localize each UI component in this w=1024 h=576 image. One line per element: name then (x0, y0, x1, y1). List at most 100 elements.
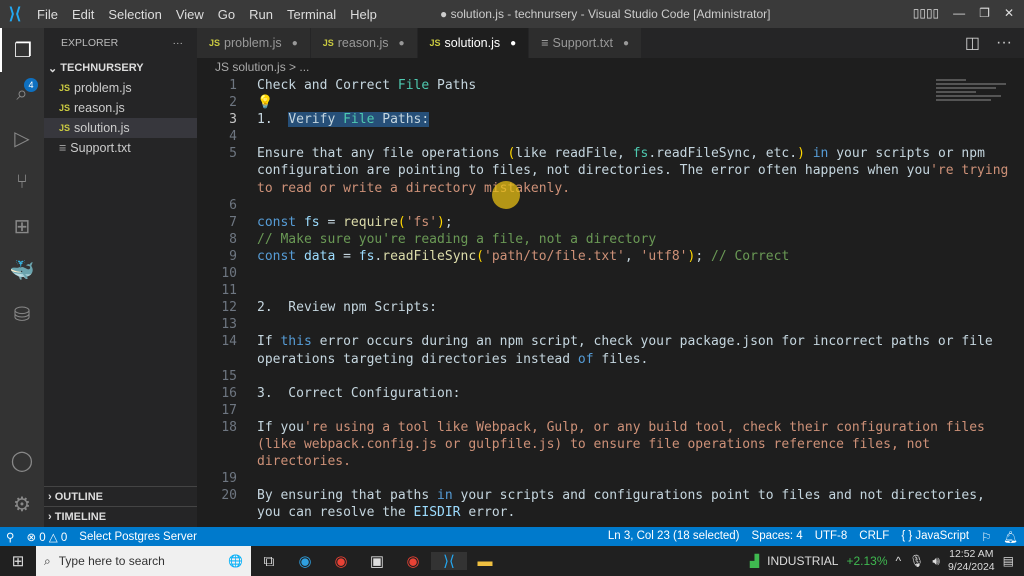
menu-file[interactable]: File (37, 7, 58, 22)
layout-toggle-icon[interactable]: ▯▯▯▯ (913, 6, 939, 20)
code-token: 're trying (930, 163, 1009, 179)
more-actions-icon[interactable]: ··· (996, 34, 1012, 52)
breadcrumb[interactable]: JS solution.js > ... (215, 60, 309, 74)
vscode-taskbar-icon[interactable]: ⟩⟨ (431, 552, 467, 570)
indentation[interactable]: Spaces: 4 (752, 530, 803, 544)
menu-go[interactable]: Go (218, 7, 235, 22)
tab-support-txt[interactable]: ≡ Support.txt ● (529, 28, 642, 58)
unsaved-dot-icon[interactable]: ● (292, 38, 298, 49)
changes-badge: 4 (24, 78, 38, 92)
edge-icon[interactable]: ◉ (287, 552, 323, 570)
code-token: files. (593, 351, 649, 367)
stock-name[interactable]: INDUSTRIAL (767, 554, 838, 568)
timeline-section[interactable]: › TIMELINE (44, 506, 197, 526)
line-endings[interactable]: CRLF (859, 530, 889, 544)
files-icon[interactable]: ❐ (0, 28, 44, 72)
file-explorer-icon[interactable]: ▬ (467, 553, 503, 570)
remote-icon[interactable]: ⚲ (6, 530, 14, 544)
cursor-position[interactable]: Ln 3, Col 23 (18 selected) (608, 530, 740, 544)
text-file-icon: ≡ (541, 36, 549, 50)
taskbar-search[interactable]: ⌕ Type here to search 🌐 (36, 546, 251, 576)
code-line: 9 const data = fs.readFileSync('path/to/f… (197, 248, 937, 265)
lightbulb-icon[interactable]: 💡 (257, 95, 273, 110)
tab-solution-js[interactable]: JS solution.js ● (417, 28, 530, 58)
line-number: 2 (229, 95, 237, 111)
line-number: 18 (221, 419, 237, 435)
line-number: 13 (221, 317, 237, 333)
unsaved-dot-icon[interactable]: ● (398, 38, 404, 49)
file-support-txt[interactable]: ≡ Support.txt (44, 138, 197, 158)
database-icon[interactable]: ⛁ (0, 292, 44, 336)
chrome-icon[interactable]: ◉ (323, 552, 359, 570)
app-icon[interactable]: ▣ (359, 552, 395, 570)
code-token: If you (257, 419, 304, 435)
code-editor[interactable]: 1 Check and Correct File Paths 2 💡 3 1. Verif… (197, 77, 1008, 521)
menu-run[interactable]: Run (249, 7, 273, 22)
js-file-icon: JS (429, 38, 441, 48)
outline-section[interactable]: › OUTLINE (44, 486, 197, 506)
menu-terminal[interactable]: Terminal (287, 7, 336, 22)
search-highlight-icon: 🌐 (228, 554, 243, 568)
search-icon[interactable]: ⌕ (0, 72, 44, 116)
docker-icon[interactable]: 🐳 (0, 248, 44, 292)
language-mode[interactable]: { } JavaScript (901, 530, 969, 544)
run-debug-icon[interactable]: ▷ (0, 116, 44, 160)
windows-start-icon[interactable]: ⊞ (0, 552, 36, 570)
unsaved-dot-icon[interactable]: ● (623, 38, 629, 49)
code-line: operations targeting directories instead… (197, 351, 937, 368)
file-problem-js[interactable]: JS problem.js (44, 78, 197, 98)
file-reason-js[interactable]: JS reason.js (44, 98, 197, 118)
gear-icon[interactable]: ⚙ (0, 482, 44, 526)
code-token: ; (695, 248, 711, 264)
encoding[interactable]: UTF-8 (815, 530, 848, 544)
unsaved-dot-icon[interactable]: ● (510, 38, 516, 49)
code-line: 10 (197, 265, 937, 282)
chrome-profile-icon[interactable]: ◉ (395, 552, 431, 570)
code-token: Paths: (374, 112, 430, 128)
more-actions-button[interactable]: ··· (173, 37, 184, 49)
code-line: (like webpack.config.js or gulpfile.js) … (197, 436, 937, 453)
code-line: 5 Ensure that any file operations (like r… (197, 145, 985, 162)
line-content: 3. Correct Configuration: (257, 385, 461, 402)
code-token: Ensure that any file operations (257, 146, 508, 162)
code-token: fs (358, 248, 375, 264)
feedback-icon[interactable]: ⚐ (981, 530, 991, 544)
code-token: 2. Review npm Scripts: (257, 300, 438, 316)
tab-problem-js[interactable]: JS problem.js ● (197, 28, 311, 58)
minimap[interactable] (936, 77, 1011, 127)
close-button[interactable]: ✕ (1004, 6, 1014, 20)
clock[interactable]: 12:52 AM 9/24/2024 (948, 548, 995, 574)
source-control-icon[interactable]: ⑂ (0, 160, 44, 204)
tab-reason-js[interactable]: JS reason.js ● (310, 28, 418, 58)
task-view-icon[interactable]: ⧉ (251, 553, 287, 570)
chevron-up-icon[interactable]: ^ (896, 554, 902, 568)
file-name: solution.js (74, 121, 130, 135)
stock-change: +2.13% (846, 554, 888, 568)
problems-indicator[interactable]: ⊗ 0 △ 0 (26, 530, 67, 544)
minimize-button[interactable]: — (953, 6, 965, 20)
code-token: error. (460, 505, 516, 521)
split-editor-icon[interactable]: ◫ (965, 33, 980, 53)
menu-help[interactable]: Help (350, 7, 377, 22)
postgres-server-button[interactable]: Select Postgres Server (79, 531, 197, 543)
bell-icon[interactable]: 🔔︎ (1003, 530, 1018, 544)
account-icon[interactable]: ◯ (0, 438, 44, 482)
code-line: 4 (197, 128, 937, 145)
extensions-icon[interactable]: ⊞ (0, 204, 44, 248)
code-token: 'path/to/file.txt' (484, 248, 625, 264)
folder-technursery[interactable]: ⌄ TECHNURSERY (44, 58, 197, 78)
restore-button[interactable]: ❐ (979, 6, 990, 20)
code-line: 7 const fs = require('fs'); (197, 214, 937, 231)
code-line: 11 (197, 282, 937, 299)
code-line: 15 (197, 368, 937, 385)
line-content: By ensuring that paths in your scripts a… (257, 487, 985, 504)
notifications-icon[interactable]: ▤ (1003, 554, 1014, 568)
menu-selection[interactable]: Selection (108, 7, 161, 22)
volume-icon[interactable]: 🔊︎ (932, 554, 940, 569)
code-token: in (437, 488, 453, 504)
code-line: you can resolve the EISDIR error. (197, 504, 937, 521)
menu-view[interactable]: View (176, 7, 204, 22)
menu-edit[interactable]: Edit (72, 7, 94, 22)
file-solution-js[interactable]: JS solution.js (44, 118, 197, 138)
microphone-icon[interactable]: 🎙︎ (909, 554, 924, 568)
